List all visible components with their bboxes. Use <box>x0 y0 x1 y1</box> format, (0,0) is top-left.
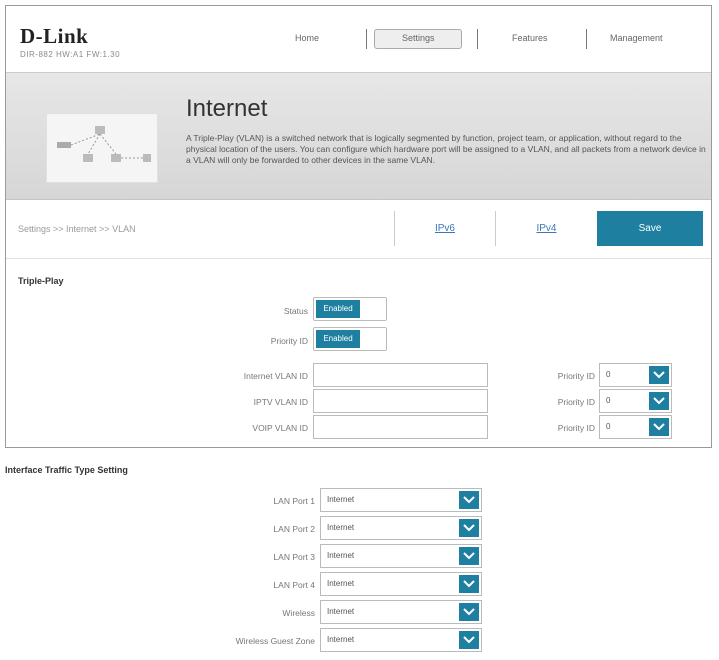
top-bar: D-Link DIR-882 HW:A1 FW:1.30 Home Settin… <box>6 6 711 72</box>
voip-priority-id-label: Priority ID <box>557 423 595 433</box>
nav-home[interactable]: Home <box>295 33 319 43</box>
internet-priority-value: 0 <box>606 370 611 379</box>
lan-port-1-label: LAN Port 1 <box>273 496 315 506</box>
internet-vlan-id-label: Internet VLAN ID <box>243 371 308 381</box>
section-divider <box>6 258 711 259</box>
lan-port-3-select[interactable]: Internet <box>320 544 482 568</box>
page-header: Internet A Triple-Play (VLAN) is a switc… <box>6 72 711 200</box>
triple-play-heading: Triple-Play <box>18 276 64 286</box>
priority-toggle-value: Enabled <box>316 330 360 348</box>
lan-port-4-label: LAN Port 4 <box>273 580 315 590</box>
nav-separator <box>477 29 478 49</box>
lan-port-4-value: Internet <box>327 579 355 588</box>
brand-name: D-Link <box>20 24 89 48</box>
vlan-diagram-image <box>46 113 158 183</box>
status-toggle[interactable]: Enabled <box>313 297 387 321</box>
wireless-guest-zone-select[interactable]: Internet <box>320 628 482 652</box>
wireless-guest-zone-label: Wireless Guest Zone <box>235 636 315 646</box>
status-toggle-value: Enabled <box>316 300 360 318</box>
nav-management[interactable]: Management <box>610 33 663 43</box>
nav-features[interactable]: Features <box>512 33 548 43</box>
nav-settings[interactable]: Settings <box>402 33 435 43</box>
status-label: Status <box>283 306 308 316</box>
voip-vlan-id-label: VOIP VLAN ID <box>252 423 308 433</box>
chevron-down-icon <box>459 491 479 509</box>
router-panel: D-Link DIR-882 HW:A1 FW:1.30 Home Settin… <box>5 5 712 448</box>
chevron-down-icon <box>459 575 479 593</box>
lan-port-2-select[interactable]: Internet <box>320 516 482 540</box>
voip-priority-select[interactable]: 0 <box>599 415 672 439</box>
wireless-value: Internet <box>327 607 355 616</box>
chevron-down-icon <box>459 631 479 649</box>
priority-id-toggle[interactable]: Enabled <box>313 327 387 351</box>
iptv-priority-id-label: Priority ID <box>557 397 595 407</box>
iptv-vlan-id-label: IPTV VLAN ID <box>253 397 308 407</box>
lan-port-1-value: Internet <box>327 495 355 504</box>
page-title: Internet <box>186 95 268 122</box>
iptv-vlan-id-input[interactable] <box>313 389 488 413</box>
lan-port-2-value: Internet <box>327 523 355 532</box>
iptv-priority-value: 0 <box>606 396 611 405</box>
lan-port-3-value: Internet <box>327 551 355 560</box>
wireless-guest-zone-value: Internet <box>327 635 355 644</box>
chevron-down-icon <box>649 392 669 410</box>
wireless-label: Wireless <box>282 608 315 618</box>
chevron-down-icon <box>459 603 479 621</box>
page-description: A Triple-Play (VLAN) is a switched netwo… <box>186 133 706 165</box>
voip-priority-value: 0 <box>606 422 611 431</box>
chevron-down-icon <box>649 418 669 436</box>
lan-port-1-select[interactable]: Internet <box>320 488 482 512</box>
lan-port-2-label: LAN Port 2 <box>273 524 315 534</box>
save-button[interactable]: Save <box>597 211 703 246</box>
breadcrumb: Settings >> Internet >> VLAN <box>18 224 136 234</box>
tab-ipv4[interactable]: IPv4 <box>495 211 597 246</box>
chevron-down-icon <box>459 547 479 565</box>
interface-traffic-heading: Interface Traffic Type Setting <box>5 465 128 475</box>
nav-separator <box>586 29 587 49</box>
tab-ipv6[interactable]: IPv6 <box>394 211 495 246</box>
internet-priority-id-label: Priority ID <box>557 371 595 381</box>
iptv-priority-select[interactable]: 0 <box>599 389 672 413</box>
wireless-select[interactable]: Internet <box>320 600 482 624</box>
priority-id-toggle-label: Priority ID <box>270 336 308 346</box>
chevron-down-icon <box>459 519 479 537</box>
voip-vlan-id-input[interactable] <box>313 415 488 439</box>
interface-traffic-section: Interface Traffic Type Setting LAN Port … <box>5 448 712 660</box>
lan-port-3-label: LAN Port 3 <box>273 552 315 562</box>
chevron-down-icon <box>649 366 669 384</box>
dlink-logo: D-Link DIR-882 HW:A1 FW:1.30 <box>20 24 120 59</box>
internet-vlan-id-input[interactable] <box>313 363 488 387</box>
internet-priority-select[interactable]: 0 <box>599 363 672 387</box>
lan-port-4-select[interactable]: Internet <box>320 572 482 596</box>
nav-separator <box>366 29 367 49</box>
model-info: DIR-882 HW:A1 FW:1.30 <box>20 50 121 59</box>
